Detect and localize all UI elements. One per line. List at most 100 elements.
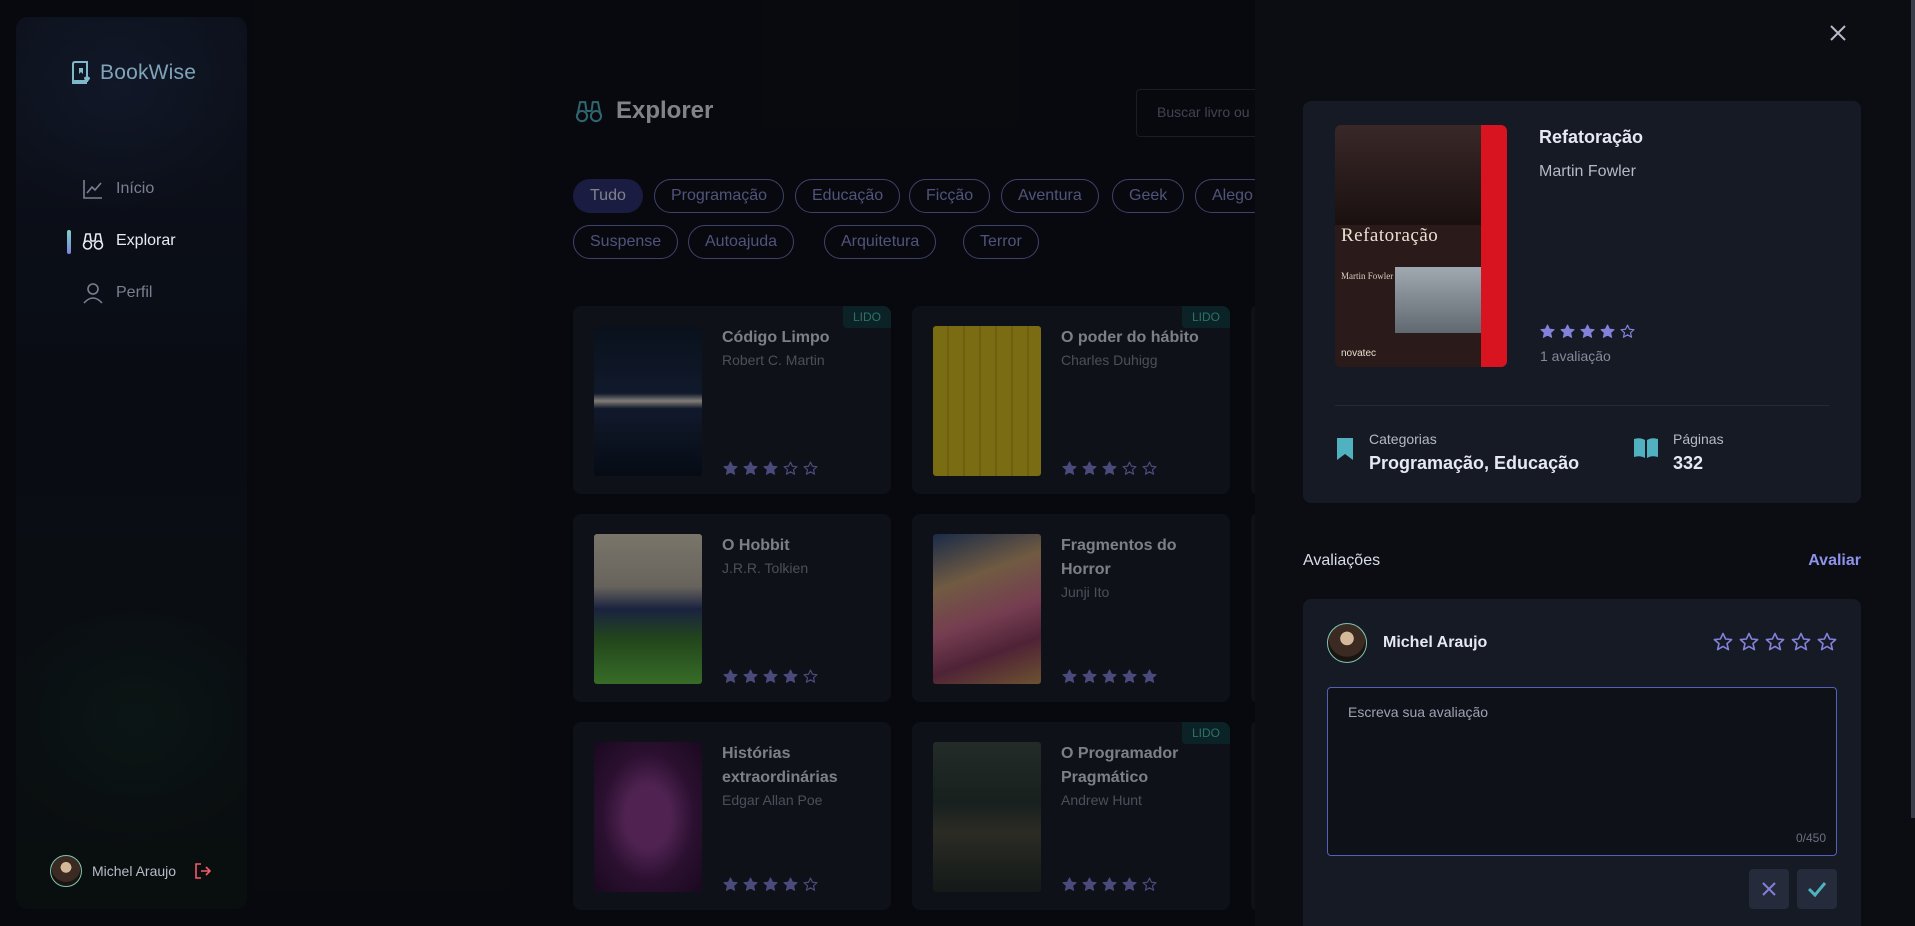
book-card[interactable]: Código Limpo Robert C. Martin LIDO (573, 306, 891, 494)
rating-stars (1062, 669, 1157, 684)
star-filled-icon (1540, 324, 1555, 338)
star-filled-icon (1062, 669, 1077, 683)
star-filled-icon (1082, 877, 1097, 891)
rating-stars (723, 669, 818, 684)
sidebar-item-label: Perfil (116, 284, 153, 301)
cover-publisher: novatec (1341, 348, 1377, 359)
close-icon (1762, 882, 1776, 896)
book-card[interactable]: Histórias extraordinárias Edgar Allan Po… (573, 722, 891, 910)
sidebar-user: Michel Araujo (50, 855, 212, 887)
read-badge: LIDO (842, 306, 891, 328)
star-empty-icon[interactable] (1739, 632, 1759, 652)
book-card[interactable]: O Programador Pragmático Andrew Hunt LID… (912, 722, 1230, 910)
sidebar-item-perfil[interactable]: Perfil (16, 267, 247, 319)
star-filled-icon (723, 877, 738, 891)
pages-value: 332 (1673, 453, 1704, 473)
review-placeholder: Escreva sua avaliação (1348, 704, 1489, 720)
book-title: O Hobbit J.R.R. Tolkien (722, 534, 882, 578)
review-form: Michel Araujo Escreva sua avaliação 0/45… (1303, 599, 1861, 926)
star-filled-icon (1102, 461, 1117, 475)
sidebar-nav: Início Explorar Perfil (16, 163, 247, 319)
book-cover (933, 326, 1041, 476)
book-cover (933, 534, 1041, 684)
rate-link[interactable]: Avaliar (1808, 552, 1861, 570)
book-cover: Refatoração Martin Fowler novatec (1335, 125, 1507, 367)
star-filled-icon (1102, 877, 1117, 891)
rating-input[interactable] (1713, 632, 1837, 652)
star-filled-icon (743, 877, 758, 891)
book-author: Martin Fowler (1539, 163, 1636, 180)
star-empty-icon[interactable] (1713, 632, 1733, 652)
star-empty-icon[interactable] (1791, 632, 1811, 652)
book-author: Edgar Allan Poe (722, 792, 823, 808)
app-logo[interactable]: BookWise (70, 61, 196, 85)
tag-autoajuda[interactable]: Autoajuda (688, 225, 795, 259)
star-filled-icon (783, 669, 798, 683)
book-categories: Categorias Programação, Educação (1335, 431, 1579, 474)
star-empty-icon (1620, 324, 1635, 338)
tag-terror[interactable]: Terror (963, 225, 1039, 259)
book-title-text: O Programador Pragmático (1061, 745, 1179, 786)
book-author: Andrew Hunt (1061, 792, 1142, 808)
book-pages: Páginas 332 (1633, 431, 1724, 474)
avatar (50, 855, 82, 887)
page-title: Explorer (616, 97, 714, 124)
star-empty-icon (803, 877, 818, 891)
sidebar-item-label: Início (116, 180, 155, 197)
tag-geek[interactable]: Geek (1112, 179, 1185, 213)
sidebar-item-explorar[interactable]: Explorar (16, 215, 247, 267)
book-title: O Programador Pragmático Andrew Hunt (1061, 742, 1221, 810)
star-filled-icon (1122, 669, 1137, 683)
tag-tudo[interactable]: Tudo (573, 179, 643, 213)
reviews-label: Avaliações (1303, 552, 1381, 569)
book-cover (594, 326, 702, 476)
rating-stars (1062, 461, 1157, 476)
cover-author: Martin Fowler (1341, 271, 1394, 281)
tag-programacao[interactable]: Programação (654, 179, 785, 213)
book-card[interactable]: O poder do hábito Charles Duhigg LIDO (912, 306, 1230, 494)
tag-suspense[interactable]: Suspense (573, 225, 679, 259)
tag-ficcao[interactable]: Ficção (909, 179, 991, 213)
tag-arquitetura[interactable]: Arquitetura (824, 225, 937, 259)
pages-label: Páginas (1673, 431, 1724, 447)
book-author: Robert C. Martin (722, 352, 825, 368)
character-counter: 0/450 (1795, 831, 1826, 845)
avatar (1327, 623, 1367, 663)
scrollbar[interactable] (1911, 0, 1915, 818)
star-empty-icon[interactable] (1765, 632, 1785, 652)
submit-button[interactable] (1797, 869, 1837, 909)
book-cover (594, 742, 702, 892)
book-title: Fragmentos do Horror Junji Ito (1061, 534, 1221, 602)
star-filled-icon (763, 461, 778, 475)
reviews-header: Avaliações Avaliar (1303, 552, 1861, 570)
star-empty-icon (783, 461, 798, 475)
book-title-text: Histórias extraordinárias (722, 745, 838, 786)
star-filled-icon (1062, 461, 1077, 475)
divider (1335, 405, 1829, 406)
tag-educacao[interactable]: Educação (795, 179, 901, 213)
star-empty-icon (1142, 461, 1157, 475)
star-filled-icon (1102, 669, 1117, 683)
book-title: O poder do hábito Charles Duhigg (1061, 326, 1221, 370)
star-empty-icon (1122, 461, 1137, 475)
logout-icon[interactable] (194, 862, 212, 880)
star-empty-icon (803, 669, 818, 683)
close-icon[interactable] (1827, 22, 1849, 44)
book-title: Histórias extraordinárias Edgar Allan Po… (722, 742, 882, 810)
cancel-button[interactable] (1749, 869, 1789, 909)
sidebar: BookWise Início Explorar Perfil Michel A… (16, 17, 247, 909)
user-name: Michel Araujo (1383, 634, 1488, 651)
book-card[interactable]: Fragmentos do Horror Junji Ito (912, 514, 1230, 702)
categories-value: Programação, Educação (1369, 453, 1580, 473)
book-author: Charles Duhigg (1061, 352, 1158, 368)
read-badge: LIDO (1181, 306, 1230, 328)
star-empty-icon[interactable] (1817, 632, 1837, 652)
tag-aventura[interactable]: Aventura (1001, 179, 1099, 213)
sidebar-item-inicio[interactable]: Início (16, 163, 247, 215)
review-textarea[interactable]: Escreva sua avaliação 0/450 (1327, 687, 1837, 856)
book-card[interactable]: O Hobbit J.R.R. Tolkien (573, 514, 891, 702)
star-filled-icon (743, 669, 758, 683)
book-title-text: Código Limpo (722, 329, 830, 346)
star-filled-icon (1122, 877, 1137, 891)
star-filled-icon (763, 877, 778, 891)
